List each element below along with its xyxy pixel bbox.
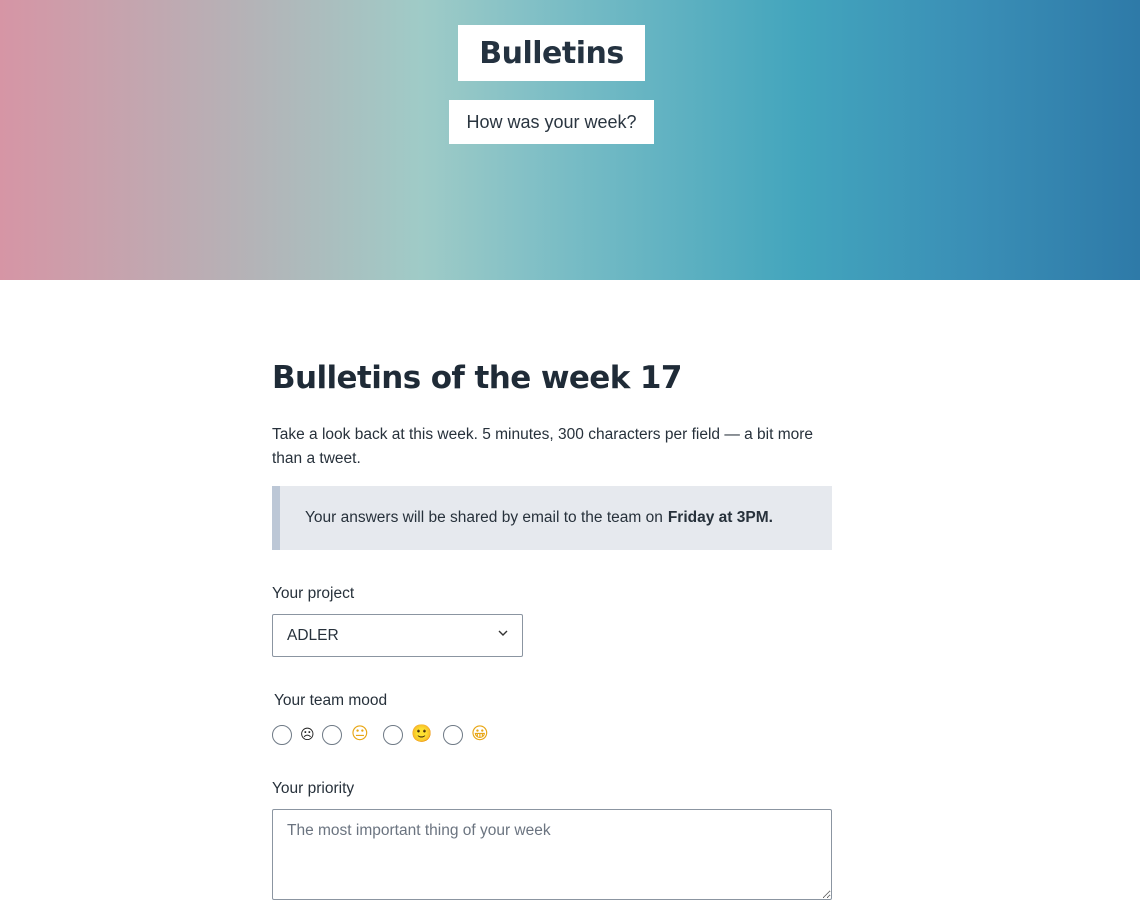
sad-face-icon: ☹ — [300, 727, 315, 743]
notice-emphasis: Friday at 3PM. — [667, 509, 773, 526]
notice-text: Your answers will be shared by email to … — [305, 509, 663, 526]
hero-title: Bulletins — [458, 25, 645, 81]
mood-radio-sad[interactable] — [272, 725, 292, 745]
mood-label: Your team mood — [274, 692, 388, 709]
intro-text: Take a look back at this week. 5 minutes… — [272, 426, 814, 467]
neutral-face-icon: 😐 — [351, 724, 369, 744]
mood-radio-neutral[interactable] — [322, 725, 342, 745]
priority-textarea[interactable] — [272, 809, 832, 900]
slight-smile-face-icon: 🙂 — [411, 724, 433, 744]
sharing-notice: Your answers will be shared by email to … — [272, 486, 832, 550]
priority-label: Your priority — [272, 780, 355, 797]
mood-radio-grinning[interactable] — [443, 725, 463, 745]
mood-radio-slight-smile[interactable] — [383, 725, 403, 745]
mood-radio-group: ☹ 😐 🙂 😀 — [272, 722, 572, 748]
chevron-down-icon — [496, 626, 510, 643]
project-select-value: ADLER — [287, 626, 339, 644]
page-title: Bulletins of the week 17 — [272, 360, 682, 396]
project-label: Your project — [272, 585, 355, 602]
hero-subtitle: How was your week? — [449, 100, 654, 144]
grinning-face-icon: 😀 — [471, 724, 489, 744]
project-select[interactable]: ADLER — [272, 614, 523, 657]
hero-banner: Bulletins How was your week? — [0, 0, 1140, 280]
